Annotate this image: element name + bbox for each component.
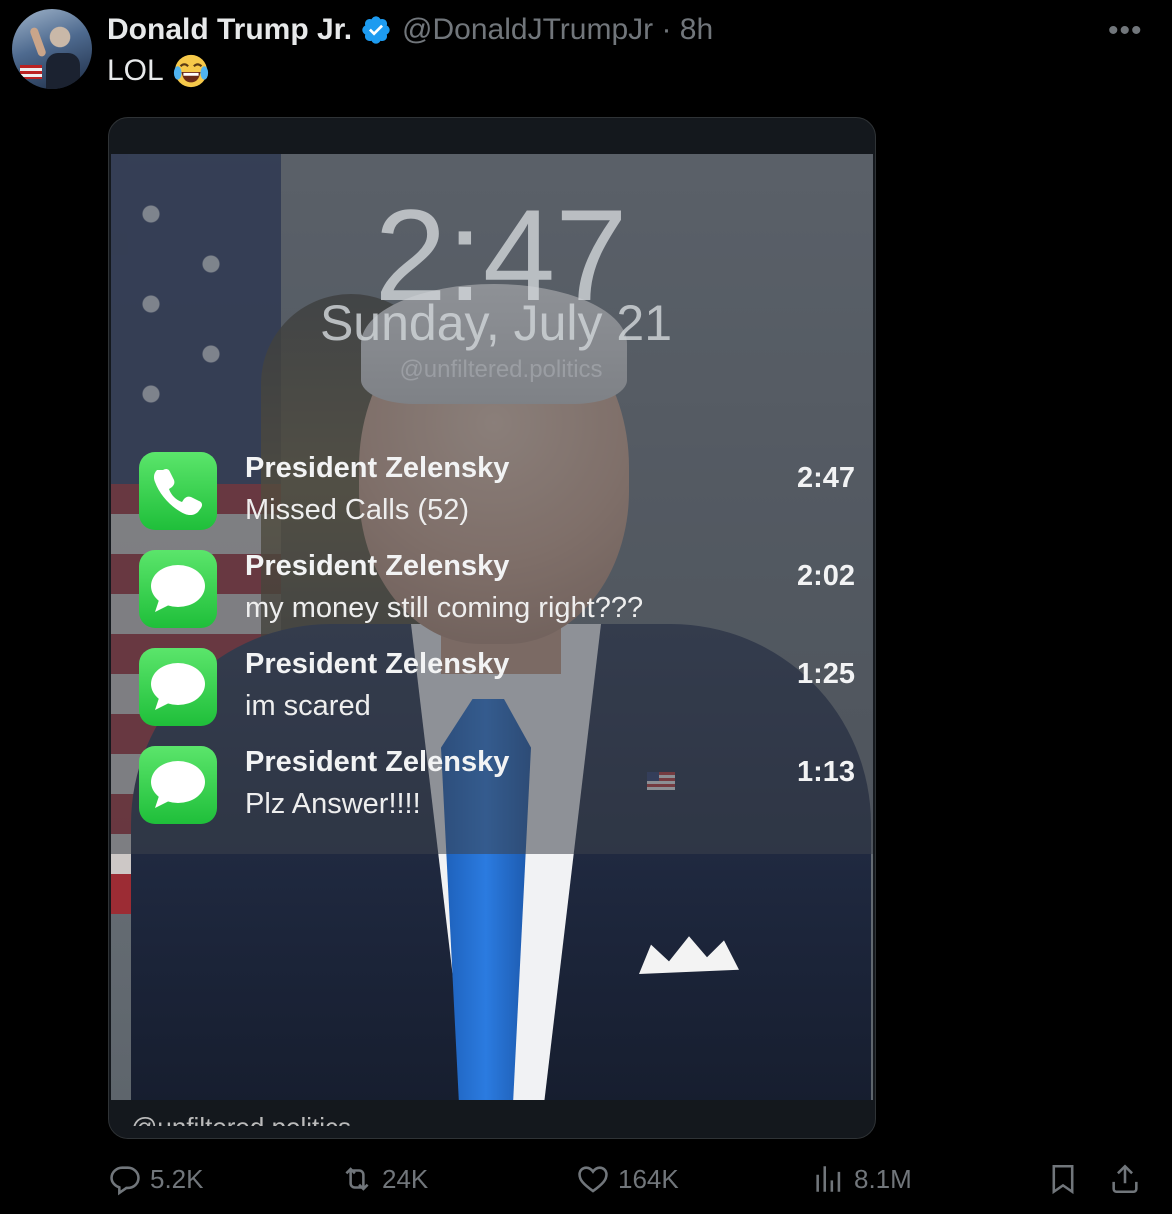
avatar-arm	[29, 26, 47, 58]
like-button[interactable]: 164K	[576, 1162, 679, 1196]
views-button[interactable]: 8.1M	[812, 1162, 912, 1196]
repost-count: 24K	[382, 1163, 429, 1194]
media-caption: @unfiltered.politics	[131, 1112, 351, 1126]
notification-body: Plz Answer!!!!	[245, 788, 421, 820]
author-handle-time[interactable]: @DonaldJTrumpJr · 8h	[402, 13, 713, 47]
notification-body: Missed Calls (52)	[245, 494, 469, 526]
media-image[interactable]: 2:47 Sunday, July 21 @unfiltered.politic…	[108, 117, 876, 1139]
media-caption-strip: @unfiltered.politics	[111, 1100, 873, 1138]
phone-icon	[139, 452, 217, 530]
laughing-crying-emoji-icon	[173, 54, 208, 88]
share-icon	[1112, 1164, 1138, 1194]
avatar[interactable]	[12, 9, 92, 89]
share-button[interactable]	[1108, 1162, 1150, 1196]
avatar-suit	[46, 53, 80, 89]
tweet-text: LOL	[107, 52, 210, 90]
notification-title: President Zelensky	[245, 746, 510, 778]
notification: President Zelensky im scared 1:25	[135, 648, 855, 728]
notification: President Zelensky my money still coming…	[135, 550, 855, 630]
reply-button[interactable]: 5.2K	[108, 1162, 204, 1196]
heart-icon	[578, 1166, 608, 1193]
notification-title: President Zelensky	[245, 550, 510, 582]
avatar-flag	[20, 65, 42, 79]
author-name[interactable]: Donald Trump Jr.	[107, 13, 352, 47]
lockscreen-photo: 2:47 Sunday, July 21 @unfiltered.politic…	[111, 154, 873, 1100]
more-icon[interactable]: •••	[1108, 14, 1143, 48]
reply-icon	[110, 1166, 140, 1196]
notification-time: 2:02	[796, 560, 855, 592]
views-icon	[816, 1166, 841, 1192]
notification: President Zelensky Missed Calls (52) 2:4…	[135, 452, 855, 532]
verified-badge-icon	[362, 16, 390, 44]
bookmark-button[interactable]	[1046, 1162, 1088, 1196]
notification: President Zelensky Plz Answer!!!! 1:13	[135, 746, 855, 826]
notification-time: 1:25	[796, 658, 855, 690]
action-bar: 5.2K 24K 164K 8.1M	[0, 1162, 1172, 1206]
notification-title: President Zelensky	[245, 452, 510, 484]
like-count: 164K	[618, 1163, 679, 1194]
views-count: 8.1M	[854, 1163, 912, 1194]
notification-time: 2:47	[796, 462, 855, 494]
message-icon	[139, 746, 217, 824]
tweet-body: LOL	[107, 54, 164, 87]
lockscreen-date: Sunday, July 21	[319, 295, 673, 351]
notification-body: im scared	[245, 690, 371, 722]
post-header: Donald Trump Jr. @DonaldJTrumpJr · 8h	[107, 10, 713, 50]
bookmark-icon	[1052, 1164, 1074, 1195]
repost-icon	[345, 1167, 369, 1191]
notification-time: 1:13	[796, 756, 855, 788]
watermark: @unfiltered.politics	[399, 356, 603, 383]
message-icon	[139, 648, 217, 726]
repost-button[interactable]: 24K	[340, 1162, 428, 1196]
notification-body: my money still coming right???	[245, 592, 644, 624]
notification-title: President Zelensky	[245, 648, 510, 680]
reply-count: 5.2K	[150, 1163, 204, 1194]
message-icon	[139, 550, 217, 628]
